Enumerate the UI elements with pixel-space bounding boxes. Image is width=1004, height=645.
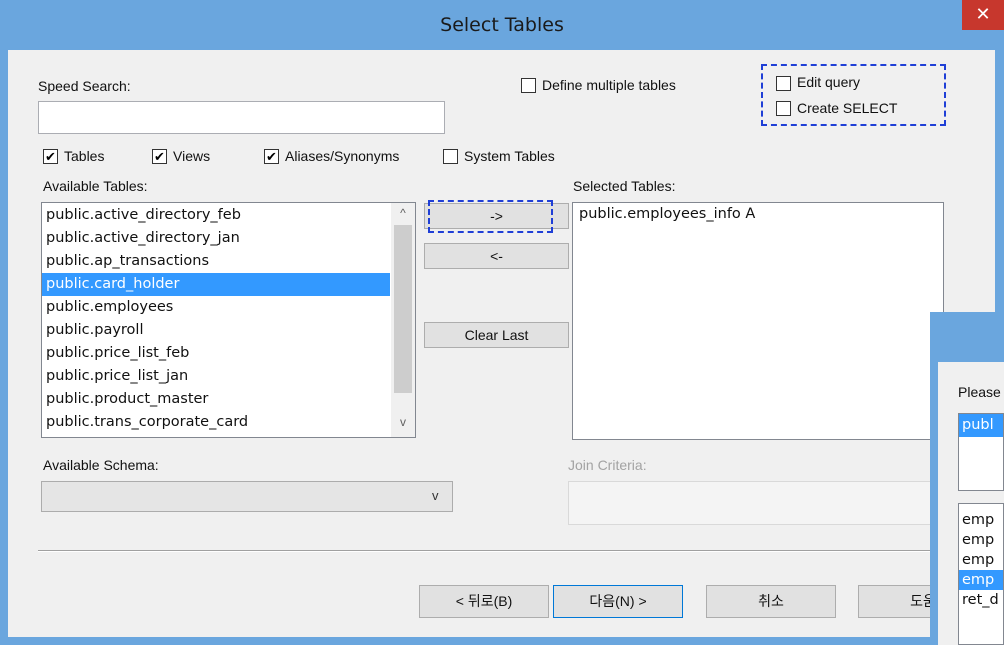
available-tables-scrollbar[interactable]: ^ v [391, 203, 415, 437]
available-table-item[interactable]: public.price_list_jan [42, 365, 390, 388]
clear-last-button[interactable]: Clear Last [424, 322, 569, 348]
available-table-item[interactable]: public.active_directory_jan [42, 227, 390, 250]
join-criteria-label: Join Criteria: [568, 457, 647, 473]
available-table-item[interactable]: public.employees [42, 296, 390, 319]
selected-tables-list[interactable]: public.employees_info A [572, 202, 944, 440]
aliases-label: Aliases/Synonyms [285, 148, 400, 164]
close-button[interactable]: ✕ [962, 0, 1004, 30]
define-multiple-label: Define multiple tables [542, 77, 676, 93]
create-select-checkbox[interactable] [776, 101, 791, 116]
aliases-checkbox[interactable]: ✔ [264, 149, 279, 164]
available-table-item[interactable]: public.trans_corporate_card [42, 411, 390, 434]
scroll-down-arrow-icon[interactable]: v [391, 415, 415, 433]
speed-search-input[interactable] [38, 101, 445, 134]
secondary-list-item[interactable]: emp [959, 530, 1003, 550]
system-tables-label: System Tables [464, 148, 555, 164]
secondary-top-item[interactable]: publ [959, 414, 1003, 437]
secondary-dialog-items: emp emp emp emp ret_d [959, 504, 1003, 610]
footer-separator-highlight [38, 551, 948, 552]
window-frame-bottom [0, 637, 1004, 645]
join-criteria-field [568, 481, 944, 525]
speed-search-value [39, 109, 43, 125]
available-table-item[interactable]: public.active_directory_feb [42, 204, 390, 227]
secondary-list-item[interactable]: emp [959, 510, 1003, 530]
next-button[interactable]: 다음(N) > [553, 585, 683, 618]
tables-checkbox[interactable]: ✔ [43, 149, 58, 164]
views-checkbox[interactable]: ✔ [152, 149, 167, 164]
secondary-dialog-prompt: Please [958, 384, 1001, 400]
tables-label: Tables [64, 148, 105, 164]
edit-query-checkbox[interactable] [776, 76, 791, 91]
available-table-item[interactable]: public.payroll [42, 319, 390, 342]
speed-search-label: Speed Search: [38, 78, 131, 94]
selected-table-item[interactable]: public.employees_info A [573, 203, 943, 226]
chevron-down-icon: v [432, 488, 439, 503]
available-table-item[interactable]: public.product_master [42, 388, 390, 411]
views-label: Views [173, 148, 211, 164]
available-table-item[interactable]: public.ap_transactions [42, 250, 390, 273]
secondary-dialog-bottom-list[interactable]: emp emp emp emp ret_d [958, 503, 1004, 645]
secondary-dialog-top-list[interactable]: publ [958, 413, 1004, 491]
available-table-item[interactable]: public.card_holder [42, 273, 390, 296]
window-frame-left [0, 50, 8, 645]
cancel-button[interactable]: 취소 [706, 585, 836, 618]
edit-query-label: Edit query [797, 74, 861, 90]
system-tables-checkbox[interactable] [443, 149, 458, 164]
remove-table-button[interactable]: <- [424, 243, 569, 269]
define-multiple-checkbox[interactable] [521, 78, 536, 93]
available-schema-dropdown[interactable]: v [41, 481, 453, 512]
secondary-list-item[interactable]: ret_d [959, 590, 1003, 610]
selected-tables-label: Selected Tables: [573, 178, 676, 194]
available-table-item[interactable]: public.price_list_feb [42, 342, 390, 365]
back-button[interactable]: < 뒤로(B) [419, 585, 549, 618]
scrollbar-thumb[interactable] [394, 225, 412, 393]
create-select-label: Create SELECT [797, 100, 898, 116]
available-tables-list[interactable]: public.active_directory_feb public.active… [41, 202, 416, 438]
available-schema-label: Available Schema: [43, 457, 159, 473]
secondary-list-item[interactable]: emp [959, 550, 1003, 570]
available-tables-label: Available Tables: [43, 178, 148, 194]
scroll-up-arrow-icon[interactable]: ^ [391, 206, 415, 224]
window-title: Select Tables [440, 14, 564, 36]
available-tables-items: public.active_directory_feb public.active… [42, 204, 390, 434]
add-button-focus-outline [428, 200, 553, 233]
secondary-list-item[interactable]: emp [959, 570, 1003, 590]
